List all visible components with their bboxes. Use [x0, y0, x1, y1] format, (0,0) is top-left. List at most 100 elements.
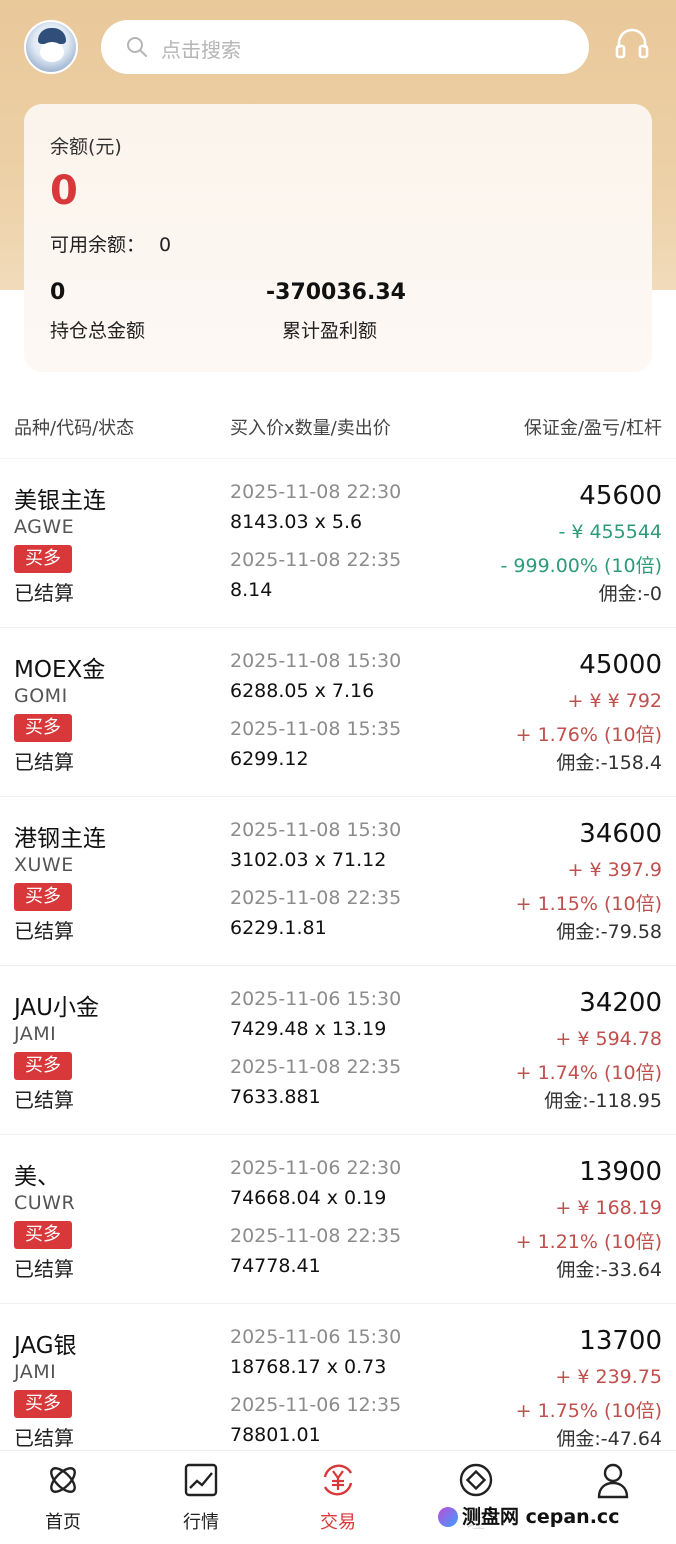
order-row[interactable]: 美银主连 AGWE 买多 已结算 2025-11-08 22:30 8143.0… [0, 458, 676, 627]
watermark-text: 测盘网 cepan.cc [462, 1506, 620, 1528]
avatar[interactable] [24, 20, 78, 74]
commission: 佣金:-47.64 [556, 1428, 662, 1450]
pnl-amount: + ¥ ¥ 792 [567, 690, 662, 712]
balance-value: 0 [50, 168, 78, 214]
margin-amount: 13700 [579, 1326, 662, 1356]
buy-price-qty: 8143.03 x 5.6 [230, 511, 363, 533]
product-name: MOEX金 [14, 657, 106, 683]
product-code: XUWE [14, 854, 74, 876]
product-name: JAG银 [14, 1333, 77, 1359]
cumulative-profit-label: 累计盈利额 [282, 320, 378, 342]
order-row[interactable]: JAG银 JAMI 买多 已结算 2025-11-06 15:30 18768.… [0, 1303, 676, 1472]
search-input[interactable]: 点击搜索 [101, 20, 589, 74]
order-status: 已结算 [14, 750, 74, 774]
sell-price: 8.14 [230, 579, 273, 601]
product-name: 美银主连 [14, 488, 106, 514]
product-code: JAMI [14, 1023, 57, 1045]
pnl-amount: - ¥ 455544 [558, 521, 662, 543]
open-time: 2025-11-08 22:30 [230, 481, 402, 503]
order-row[interactable]: 美、 CUWR 买多 已结算 2025-11-06 22:30 74668.04… [0, 1134, 676, 1303]
pnl-amount: + ¥ 594.78 [555, 1028, 662, 1050]
product-name: 港钢主连 [14, 826, 106, 852]
order-row[interactable]: 港钢主连 XUWE 买多 已结算 2025-11-08 15:30 3102.0… [0, 796, 676, 965]
close-time: 2025-11-08 22:35 [230, 887, 402, 909]
pnl-percent: + 1.74% (10倍) [515, 1062, 662, 1084]
commission: 佣金:-79.58 [556, 921, 662, 943]
side-badge: 买多 [14, 1221, 72, 1249]
product-name: 美、 [14, 1164, 60, 1190]
available-balance: 可用余额： 0 [50, 230, 171, 257]
sell-price: 74778.41 [230, 1255, 321, 1277]
sell-price: 6299.12 [230, 748, 309, 770]
buy-price-qty: 6288.05 x 7.16 [230, 680, 375, 702]
available-balance-label: 可用余额： [50, 234, 146, 256]
watermark: 测盘网 cepan.cc [432, 1500, 626, 1531]
order-status: 已结算 [14, 581, 74, 605]
column-header-product: 品种/代码/状态 [14, 418, 135, 439]
header: 点击搜索 [0, 0, 676, 100]
available-balance-value: 0 [159, 234, 172, 256]
order-status: 已结算 [14, 1426, 74, 1450]
order-status: 已结算 [14, 919, 74, 943]
balance-card: 余额(元) 0 可用余额： 0 0 持仓总金额 -370036.34 累计盈利额 [24, 104, 652, 372]
search-icon [127, 37, 147, 57]
product-code: CUWR [14, 1192, 76, 1214]
position-total-label: 持仓总金额 [50, 320, 146, 342]
margin-amount: 34600 [579, 819, 662, 849]
buy-price-qty: 7429.48 x 13.19 [230, 1018, 387, 1040]
tab-trade[interactable]: 交易 [283, 1451, 393, 1544]
side-badge: 买多 [14, 883, 72, 911]
pnl-percent: + 1.15% (10倍) [515, 893, 662, 915]
pnl-amount: + ¥ 168.19 [555, 1197, 662, 1219]
side-badge: 买多 [14, 1390, 72, 1418]
order-status: 已结算 [14, 1088, 74, 1112]
order-row[interactable]: MOEX金 GOMI 买多 已结算 2025-11-08 15:30 6288.… [0, 627, 676, 796]
sell-price: 6229.1.81 [230, 917, 327, 939]
order-list: 美银主连 AGWE 买多 已结算 2025-11-08 22:30 8143.0… [0, 458, 676, 1472]
tab-home[interactable]: 首页 [8, 1451, 118, 1544]
commission: 佣金:-0 [598, 583, 662, 605]
open-time: 2025-11-06 22:30 [230, 1157, 402, 1179]
tab-trade-label: 交易 [320, 1512, 356, 1533]
pnl-percent: + 1.21% (10倍) [515, 1231, 662, 1253]
product-code: GOMI [14, 685, 68, 707]
side-badge: 买多 [14, 714, 72, 742]
close-time: 2025-11-08 15:35 [230, 718, 402, 740]
open-time: 2025-11-08 15:30 [230, 650, 402, 672]
sell-price: 78801.01 [230, 1424, 321, 1446]
side-badge: 买多 [14, 545, 72, 573]
side-badge: 买多 [14, 1052, 72, 1080]
headset-icon[interactable] [612, 24, 652, 64]
cumulative-profit-value: -370036.34 [266, 280, 406, 305]
order-status: 已结算 [14, 1257, 74, 1281]
pnl-percent: + 1.76% (10倍) [515, 724, 662, 746]
open-time: 2025-11-06 15:30 [230, 1326, 402, 1348]
close-time: 2025-11-08 22:35 [230, 549, 402, 571]
watermark-logo-icon [438, 1507, 458, 1527]
commission: 佣金:-33.64 [556, 1259, 662, 1281]
search-placeholder: 点击搜索 [161, 38, 241, 62]
tab-home-label: 首页 [45, 1512, 81, 1533]
home-icon [50, 1467, 76, 1493]
open-time: 2025-11-08 15:30 [230, 819, 402, 841]
order-row[interactable]: JAU小金 JAMI 买多 已结算 2025-11-06 15:30 7429.… [0, 965, 676, 1134]
buy-price-qty: 3102.03 x 71.12 [230, 849, 387, 871]
balance-label: 余额(元) [50, 136, 122, 158]
chart-icon [184, 1463, 218, 1497]
product-code: JAMI [14, 1361, 57, 1383]
commission: 佣金:-158.4 [556, 752, 662, 774]
pnl-percent: + 1.75% (10倍) [515, 1400, 662, 1422]
margin-amount: 45000 [579, 650, 662, 680]
sell-price: 7633.881 [230, 1086, 321, 1108]
open-time: 2025-11-06 15:30 [230, 988, 402, 1010]
finance-icon [459, 1463, 493, 1497]
buy-price-qty: 74668.04 x 0.19 [230, 1187, 387, 1209]
tab-market[interactable]: 行情 [146, 1451, 256, 1544]
trade-icon [323, 1464, 353, 1496]
pnl-percent: - 999.00% (10倍) [500, 555, 662, 577]
close-time: 2025-11-08 22:35 [230, 1225, 402, 1247]
margin-amount: 13900 [579, 1157, 662, 1187]
pnl-amount: + ¥ 239.75 [555, 1366, 662, 1388]
close-time: 2025-11-06 12:35 [230, 1394, 402, 1416]
column-header-margin: 保证金/盈亏/杠杆 [523, 418, 662, 439]
